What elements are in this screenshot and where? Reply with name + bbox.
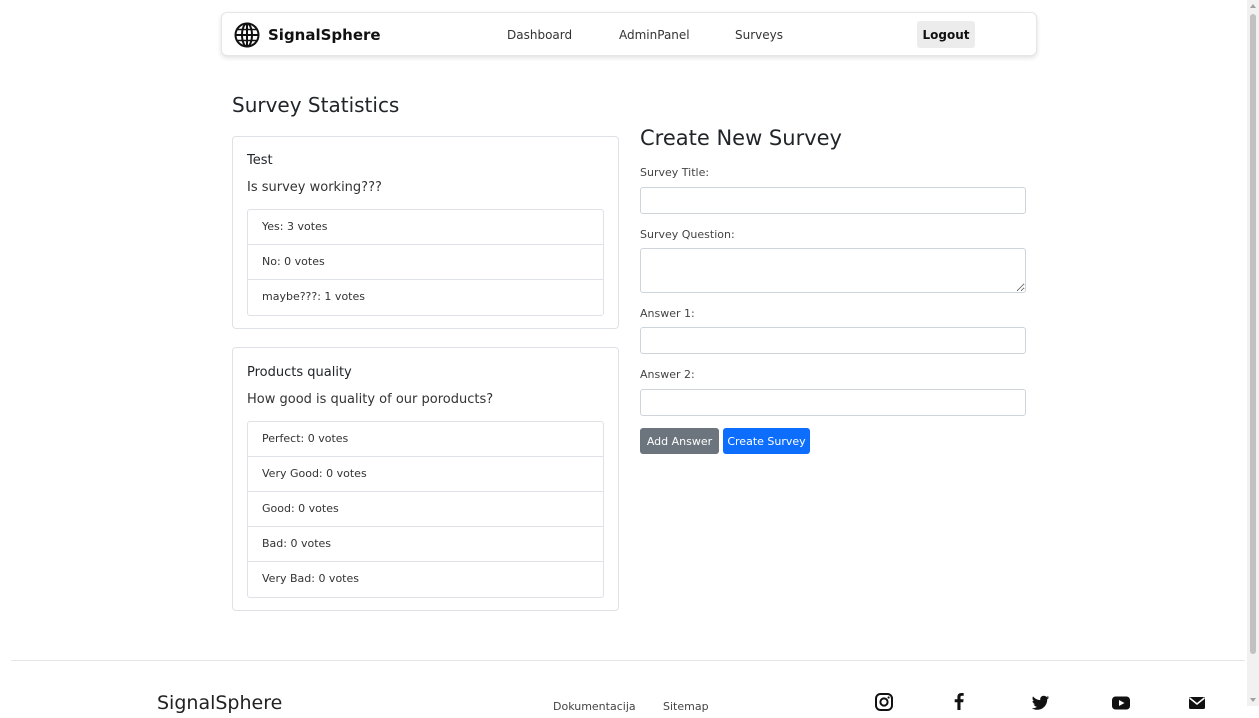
- scrollbar-thumb[interactable]: [1250, 14, 1256, 654]
- answer-item: Very Good: 0 votes: [248, 457, 603, 492]
- scroll-up-icon[interactable]: [1250, 4, 1256, 8]
- answer-list: Yes: 3 votes No: 0 votes maybe???: 1 vot…: [247, 209, 604, 316]
- youtube-icon[interactable]: [1110, 692, 1132, 714]
- footer-link-sitemap[interactable]: Sitemap: [663, 700, 709, 713]
- answer-item: Bad: 0 votes: [248, 527, 603, 562]
- answer-item: Very Bad: 0 votes: [262, 572, 359, 585]
- answer-1-label: Answer 1:: [640, 307, 695, 320]
- answer-item: maybe???: 1 votes: [262, 290, 365, 303]
- facebook-icon[interactable]: [948, 690, 970, 712]
- create-survey-button[interactable]: Create Survey: [723, 428, 810, 454]
- mail-icon[interactable]: [1186, 692, 1208, 714]
- answer-item: Perfect: 0 votes: [248, 422, 603, 457]
- survey-question-textarea[interactable]: [640, 248, 1026, 293]
- survey-question: Is survey working???: [247, 180, 382, 195]
- page-scrollbar[interactable]: [1247, 0, 1259, 706]
- create-survey-title: Create New Survey: [640, 126, 842, 150]
- logout-button[interactable]: Logout: [917, 21, 975, 48]
- survey-card: Products quality How good is quality of …: [232, 347, 619, 611]
- answer-item: No: 0 votes: [248, 245, 603, 280]
- brand[interactable]: SignalSphere: [234, 22, 381, 48]
- survey-card: Test Is survey working??? Yes: 3 votes N…: [232, 136, 619, 329]
- twitter-icon[interactable]: [1029, 692, 1051, 714]
- footer-link-dokumentacija[interactable]: Dokumentacija: [553, 700, 636, 713]
- survey-title: Products quality: [247, 365, 352, 380]
- footer-divider: [11, 660, 1245, 661]
- answer-list: Perfect: 0 votes Very Good: 0 votes Good…: [247, 421, 604, 598]
- footer-brand: SignalSphere: [157, 692, 283, 714]
- nav-adminpanel[interactable]: AdminPanel: [619, 28, 690, 42]
- navbar: SignalSphere Dashboard AdminPanel Survey…: [221, 12, 1037, 56]
- nav-surveys[interactable]: Surveys: [735, 28, 783, 42]
- instagram-icon[interactable]: [873, 691, 895, 713]
- survey-title-input[interactable]: [640, 187, 1026, 214]
- globe-logo-icon: [234, 22, 260, 48]
- survey-question: How good is quality of our poroducts?: [247, 392, 494, 407]
- nav-dashboard[interactable]: Dashboard: [507, 28, 572, 42]
- add-answer-button[interactable]: Add Answer: [640, 428, 719, 454]
- brand-name: SignalSphere: [268, 26, 381, 44]
- scroll-down-icon[interactable]: [1250, 698, 1256, 702]
- answer-2-input[interactable]: [640, 389, 1026, 416]
- answer-item: Good: 0 votes: [248, 492, 603, 527]
- survey-title: Test: [247, 153, 273, 168]
- answer-1-input[interactable]: [640, 327, 1026, 354]
- answer-item: Yes: 3 votes: [248, 210, 603, 245]
- statistics-title: Survey Statistics: [232, 93, 400, 117]
- survey-title-label: Survey Title:: [640, 166, 710, 179]
- survey-question-label: Survey Question:: [640, 228, 735, 241]
- answer-2-label: Answer 2:: [640, 368, 695, 381]
